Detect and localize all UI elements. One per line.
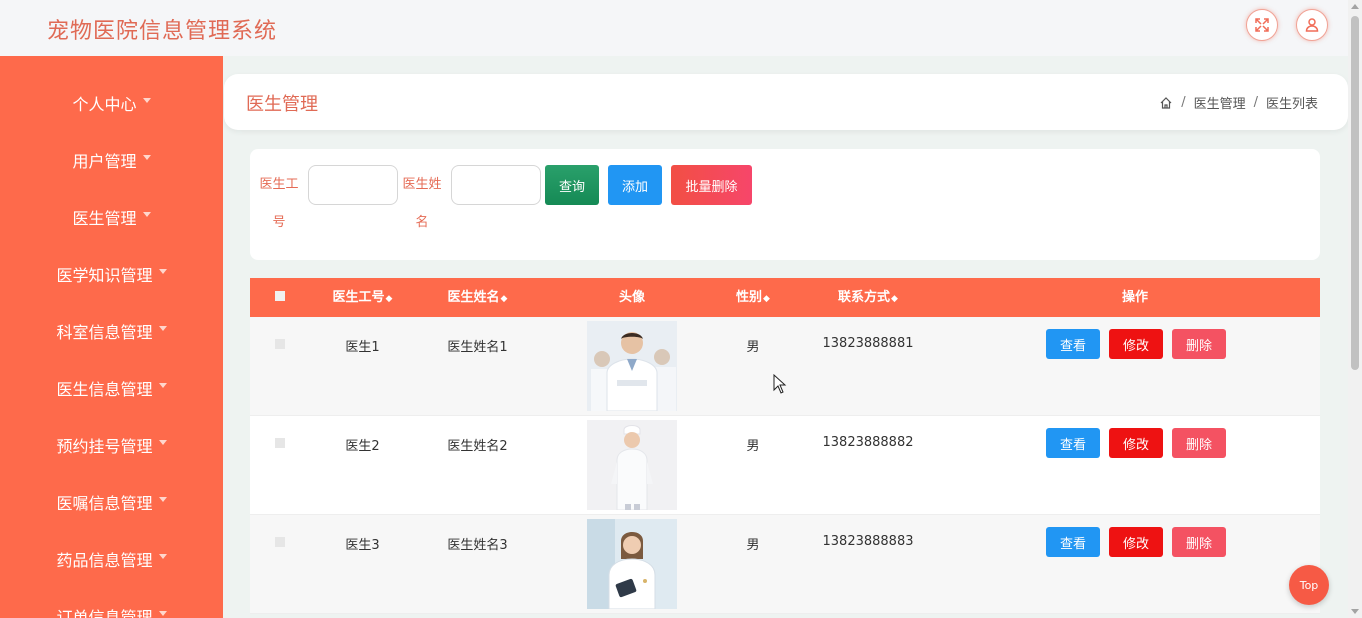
- doctor-name-label: 医生姓名: [402, 177, 442, 230]
- caret-down-icon: [158, 326, 167, 331]
- doctor-name-input[interactable]: [451, 165, 541, 205]
- row-checkbox[interactable]: [275, 537, 285, 547]
- page-scrollbar[interactable]: [1348, 0, 1362, 618]
- sort-icon: ◆: [891, 294, 898, 304]
- sidebar-item-doctor-management[interactable]: 医生管理: [0, 188, 223, 245]
- main-content: 医生管理 / 医生管理 / 医生列表 医生工号 医生姓名 查询 添加 批量删除 …: [223, 56, 1348, 618]
- column-header-doctor-name[interactable]: 医生姓名◆: [440, 278, 515, 317]
- caret-down-icon: [158, 497, 167, 502]
- column-header-gender[interactable]: 性别◆: [723, 278, 783, 317]
- sidebar-item-order-info[interactable]: 订单信息管理: [0, 587, 223, 618]
- page-title: 医生管理: [246, 94, 318, 115]
- phone-cell: 13823888883: [822, 534, 914, 549]
- column-header-doctor-id[interactable]: 医生工号◆: [325, 278, 400, 317]
- page-header: 医生管理 / 医生管理 / 医生列表: [224, 74, 1348, 130]
- bulk-delete-button[interactable]: 批量删除: [671, 165, 752, 205]
- doctor-avatar-image: [587, 519, 677, 609]
- caret-down-icon: [142, 155, 151, 160]
- select-all-checkbox[interactable]: [275, 291, 285, 301]
- delete-button[interactable]: 删除: [1172, 527, 1226, 557]
- delete-button[interactable]: 删除: [1172, 428, 1226, 458]
- breadcrumb-item[interactable]: 医生管理: [1194, 93, 1246, 112]
- gender-cell: 男: [746, 439, 760, 454]
- query-button[interactable]: 查询: [545, 165, 599, 205]
- sidebar: 个人中心 用户管理 医生管理 医学知识管理 科室信息管理 医生信息管理 预约挂号…: [0, 56, 223, 618]
- table-header: 医生工号◆ 医生姓名◆ 头像 性别◆ 联系方式◆ 操作: [250, 278, 1320, 317]
- edit-button[interactable]: 修改: [1109, 428, 1163, 458]
- doctor-name-cell: 医生姓名2: [447, 439, 508, 454]
- top-bar: 宠物医院信息管理系统: [0, 0, 1348, 56]
- row-checkbox[interactable]: [275, 339, 285, 349]
- doctor-id-cell: 医生2: [345, 439, 380, 454]
- doctor-id-cell: 医生1: [345, 340, 380, 355]
- gender-cell: 男: [746, 538, 760, 553]
- table-row: 医生1 医生姓名1 男 13823888881 查看 修改 删除: [250, 317, 1320, 416]
- column-header-avatar: 头像: [618, 290, 645, 305]
- breadcrumb-item: 医生列表: [1265, 97, 1318, 112]
- sidebar-item-appointment[interactable]: 预约挂号管理: [0, 416, 223, 473]
- column-header-actions: 操作: [1121, 290, 1148, 305]
- view-button[interactable]: 查看: [1046, 527, 1100, 557]
- table-row: 医生2 医生姓名2 男 13823888882 查看 修改 删除: [250, 416, 1320, 515]
- delete-button[interactable]: 删除: [1172, 329, 1226, 359]
- caret-down-icon: [142, 98, 151, 103]
- caret-down-icon: [158, 554, 167, 559]
- sidebar-item-medical-orders[interactable]: 医嘱信息管理: [0, 473, 223, 530]
- doctor-avatar-image: [587, 420, 677, 510]
- gender-cell: 男: [746, 340, 760, 355]
- doctor-avatar-image: [587, 321, 677, 411]
- back-to-top-button[interactable]: Top: [1289, 565, 1329, 605]
- phone-cell: 13823888881: [822, 336, 914, 351]
- home-icon[interactable]: [1159, 96, 1173, 110]
- column-header-contact[interactable]: 联系方式◆: [820, 278, 916, 317]
- view-button[interactable]: 查看: [1046, 428, 1100, 458]
- sidebar-item-medical-knowledge[interactable]: 医学知识管理: [0, 245, 223, 302]
- scroll-down-arrow-icon[interactable]: [1351, 609, 1359, 614]
- search-panel: 医生工号 医生姓名 查询 添加 批量删除: [250, 149, 1320, 260]
- fullscreen-icon[interactable]: [1246, 9, 1278, 41]
- caret-down-icon: [158, 611, 167, 616]
- phone-cell: 13823888882: [822, 435, 914, 450]
- sidebar-item-department-info[interactable]: 科室信息管理: [0, 302, 223, 359]
- view-button[interactable]: 查看: [1046, 329, 1100, 359]
- row-checkbox[interactable]: [275, 438, 285, 448]
- sidebar-item-drug-info[interactable]: 药品信息管理: [0, 530, 223, 587]
- caret-down-icon: [158, 269, 167, 274]
- breadcrumb: / 医生管理 / 医生列表: [1159, 93, 1318, 112]
- sort-icon: ◆: [763, 294, 770, 304]
- user-icon[interactable]: [1296, 9, 1328, 41]
- sort-icon: ◆: [385, 294, 393, 304]
- doctor-id-input[interactable]: [308, 165, 398, 205]
- sidebar-item-doctor-info[interactable]: 医生信息管理: [0, 359, 223, 416]
- edit-button[interactable]: 修改: [1109, 329, 1163, 359]
- sidebar-item-personal-center[interactable]: 个人中心: [0, 74, 223, 131]
- sidebar-item-user-management[interactable]: 用户管理: [0, 131, 223, 188]
- caret-down-icon: [142, 212, 151, 217]
- doctor-id-cell: 医生3: [345, 538, 380, 553]
- doctor-name-cell: 医生姓名1: [447, 340, 508, 355]
- scroll-up-arrow-icon[interactable]: [1351, 4, 1359, 9]
- sort-icon: ◆: [500, 294, 508, 304]
- edit-button[interactable]: 修改: [1109, 527, 1163, 557]
- table-row: 医生3 医生姓名3 男 13823888883 查看 修改 删除: [250, 515, 1320, 614]
- caret-down-icon: [158, 383, 167, 388]
- doctor-id-label: 医生工号: [259, 177, 299, 230]
- mouse-cursor-icon: [773, 374, 787, 394]
- doctor-name-cell: 医生姓名3: [447, 538, 508, 553]
- add-button[interactable]: 添加: [608, 165, 662, 205]
- scroll-thumb[interactable]: [1351, 16, 1359, 370]
- app-title: 宠物医院信息管理系统: [47, 19, 278, 44]
- caret-down-icon: [158, 440, 167, 445]
